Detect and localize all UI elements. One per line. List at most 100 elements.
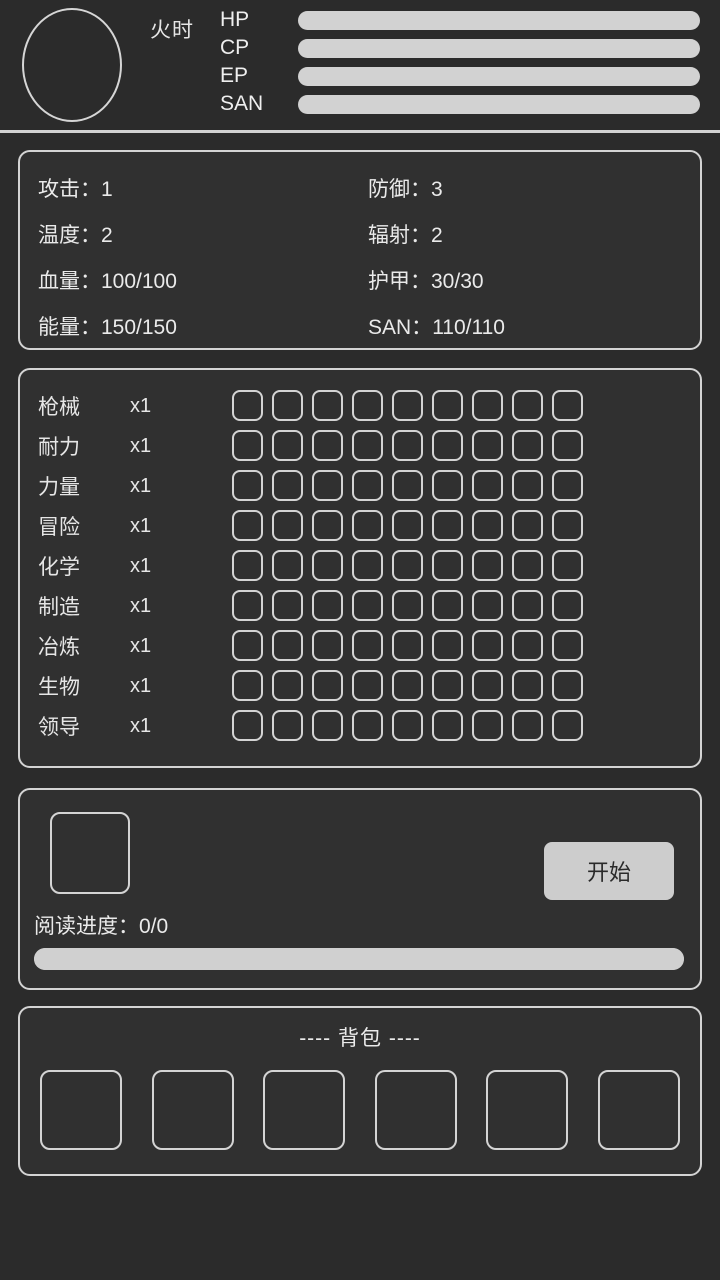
skill-slot[interactable] bbox=[512, 470, 543, 501]
skill-slot[interactable] bbox=[312, 510, 343, 541]
skill-slot[interactable] bbox=[432, 590, 463, 621]
backpack-slot[interactable] bbox=[486, 1070, 569, 1150]
skill-row[interactable]: 生物 x1 bbox=[38, 666, 232, 706]
skill-slot[interactable] bbox=[352, 670, 383, 701]
skill-slot[interactable] bbox=[552, 430, 583, 461]
skill-slot[interactable] bbox=[352, 550, 383, 581]
skill-slot[interactable] bbox=[472, 670, 503, 701]
skill-slot[interactable] bbox=[472, 710, 503, 741]
backpack-slot[interactable] bbox=[597, 1070, 680, 1150]
skill-row[interactable]: 化学 x1 bbox=[38, 546, 232, 586]
start-button[interactable]: 开始 bbox=[544, 842, 674, 900]
skill-slot[interactable] bbox=[392, 630, 423, 661]
reading-progress-bar[interactable] bbox=[34, 948, 684, 970]
skill-slot[interactable] bbox=[432, 430, 463, 461]
skill-slot[interactable] bbox=[392, 390, 423, 421]
skill-slot[interactable] bbox=[272, 670, 303, 701]
skill-slot[interactable] bbox=[432, 510, 463, 541]
skill-slot[interactable] bbox=[272, 510, 303, 541]
skill-slot[interactable] bbox=[232, 590, 263, 621]
skill-slot[interactable] bbox=[472, 510, 503, 541]
skill-row[interactable]: 力量 x1 bbox=[38, 466, 232, 506]
skill-slot[interactable] bbox=[552, 510, 583, 541]
skill-slot[interactable] bbox=[272, 470, 303, 501]
skill-slot[interactable] bbox=[272, 710, 303, 741]
skill-slot[interactable] bbox=[232, 670, 263, 701]
skill-slot[interactable] bbox=[512, 710, 543, 741]
skill-slot[interactable] bbox=[392, 550, 423, 581]
skill-slot[interactable] bbox=[312, 630, 343, 661]
skill-slot[interactable] bbox=[312, 430, 343, 461]
skill-slot[interactable] bbox=[432, 670, 463, 701]
skill-slot[interactable] bbox=[472, 470, 503, 501]
skill-slot[interactable] bbox=[392, 590, 423, 621]
skill-slot[interactable] bbox=[472, 430, 503, 461]
backpack-slot[interactable] bbox=[151, 1070, 234, 1150]
backpack-slot[interactable] bbox=[374, 1070, 457, 1150]
skill-slot[interactable] bbox=[552, 390, 583, 421]
skill-slot[interactable] bbox=[352, 630, 383, 661]
skill-slot[interactable] bbox=[232, 430, 263, 461]
skill-slot[interactable] bbox=[512, 550, 543, 581]
skill-slot[interactable] bbox=[232, 510, 263, 541]
skill-slot[interactable] bbox=[272, 550, 303, 581]
skill-slot[interactable] bbox=[552, 710, 583, 741]
skill-row[interactable]: 领导 x1 bbox=[38, 706, 232, 746]
skill-row[interactable]: 枪械 x1 bbox=[38, 386, 232, 426]
skill-slot[interactable] bbox=[312, 470, 343, 501]
skill-slot[interactable] bbox=[352, 390, 383, 421]
skill-slot[interactable] bbox=[472, 550, 503, 581]
skill-row[interactable]: 制造 x1 bbox=[38, 586, 232, 626]
skill-slot[interactable] bbox=[512, 390, 543, 421]
skill-slot[interactable] bbox=[272, 430, 303, 461]
skill-slot[interactable] bbox=[552, 470, 583, 501]
skill-slot[interactable] bbox=[432, 390, 463, 421]
skill-slot[interactable] bbox=[232, 630, 263, 661]
skill-slot[interactable] bbox=[312, 550, 343, 581]
skill-slot[interactable] bbox=[392, 670, 423, 701]
skill-slot[interactable] bbox=[432, 710, 463, 741]
skill-slot[interactable] bbox=[352, 430, 383, 461]
skill-slot[interactable] bbox=[392, 510, 423, 541]
skill-slot[interactable] bbox=[552, 670, 583, 701]
skill-slot[interactable] bbox=[352, 710, 383, 741]
skill-slot[interactable] bbox=[232, 470, 263, 501]
skill-slot[interactable] bbox=[512, 510, 543, 541]
book-cover-slot[interactable] bbox=[50, 812, 130, 894]
skill-slot[interactable] bbox=[552, 630, 583, 661]
backpack-slot[interactable] bbox=[40, 1070, 122, 1150]
skill-slot[interactable] bbox=[552, 550, 583, 581]
skill-row[interactable]: 冶炼 x1 bbox=[38, 626, 232, 666]
skill-slot[interactable] bbox=[272, 630, 303, 661]
skill-slot[interactable] bbox=[232, 390, 263, 421]
skill-slot[interactable] bbox=[312, 670, 343, 701]
avatar-circle-icon[interactable] bbox=[22, 8, 122, 122]
skill-slot[interactable] bbox=[432, 550, 463, 581]
skill-slot[interactable] bbox=[312, 390, 343, 421]
skill-slot[interactable] bbox=[432, 470, 463, 501]
skill-slot[interactable] bbox=[472, 390, 503, 421]
skill-slot[interactable] bbox=[552, 590, 583, 621]
backpack-slot[interactable] bbox=[263, 1070, 346, 1150]
skill-slot[interactable] bbox=[352, 510, 383, 541]
skill-slot[interactable] bbox=[392, 710, 423, 741]
skill-slot[interactable] bbox=[272, 590, 303, 621]
skill-slot[interactable] bbox=[352, 470, 383, 501]
skill-slot[interactable] bbox=[512, 590, 543, 621]
skill-row[interactable]: 耐力 x1 bbox=[38, 426, 232, 466]
skill-slot[interactable] bbox=[432, 630, 463, 661]
skill-slot[interactable] bbox=[232, 550, 263, 581]
skill-slot[interactable] bbox=[272, 390, 303, 421]
skill-slot[interactable] bbox=[232, 710, 263, 741]
skill-slot[interactable] bbox=[472, 590, 503, 621]
skill-slot[interactable] bbox=[472, 630, 503, 661]
skill-slot[interactable] bbox=[312, 590, 343, 621]
skill-row[interactable]: 冒险 x1 bbox=[38, 506, 232, 546]
skill-slot[interactable] bbox=[512, 670, 543, 701]
skill-slot[interactable] bbox=[352, 590, 383, 621]
skill-slot[interactable] bbox=[392, 470, 423, 501]
skill-slot[interactable] bbox=[312, 710, 343, 741]
skill-slot[interactable] bbox=[512, 430, 543, 461]
skill-slot[interactable] bbox=[392, 430, 423, 461]
skill-slot[interactable] bbox=[512, 630, 543, 661]
